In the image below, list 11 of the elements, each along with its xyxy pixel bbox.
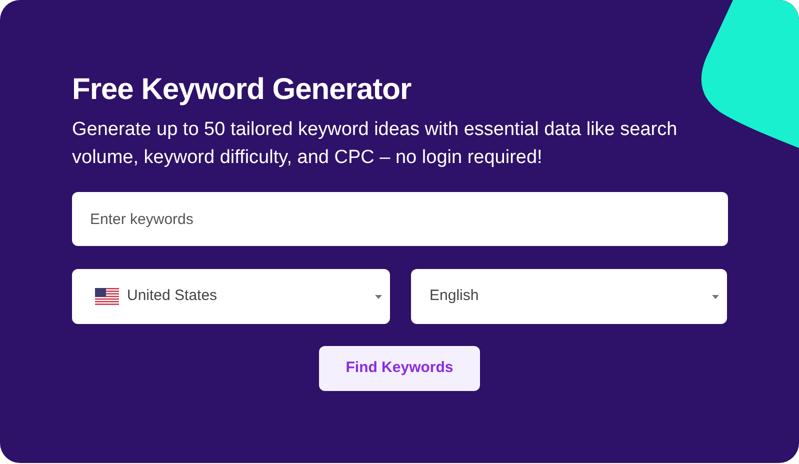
country-value: United States (127, 286, 218, 306)
find-keywords-button[interactable]: Find Keywords (319, 346, 480, 391)
language-value: English (430, 286, 480, 306)
page-description: Generate up to 50 tailored keyword ideas with essential data like search volume, keyword difficulty, and CPC – no login required! (72, 118, 678, 170)
caret-icon (712, 294, 719, 298)
language-select[interactable]: English (410, 269, 727, 324)
page-title: Free Keyword Generator (72, 72, 412, 108)
country-select[interactable]: United States (72, 269, 390, 324)
flag-icon (95, 288, 119, 305)
keyword-input-field[interactable]: Enter keywords (72, 192, 728, 246)
caret-icon (374, 294, 382, 298)
